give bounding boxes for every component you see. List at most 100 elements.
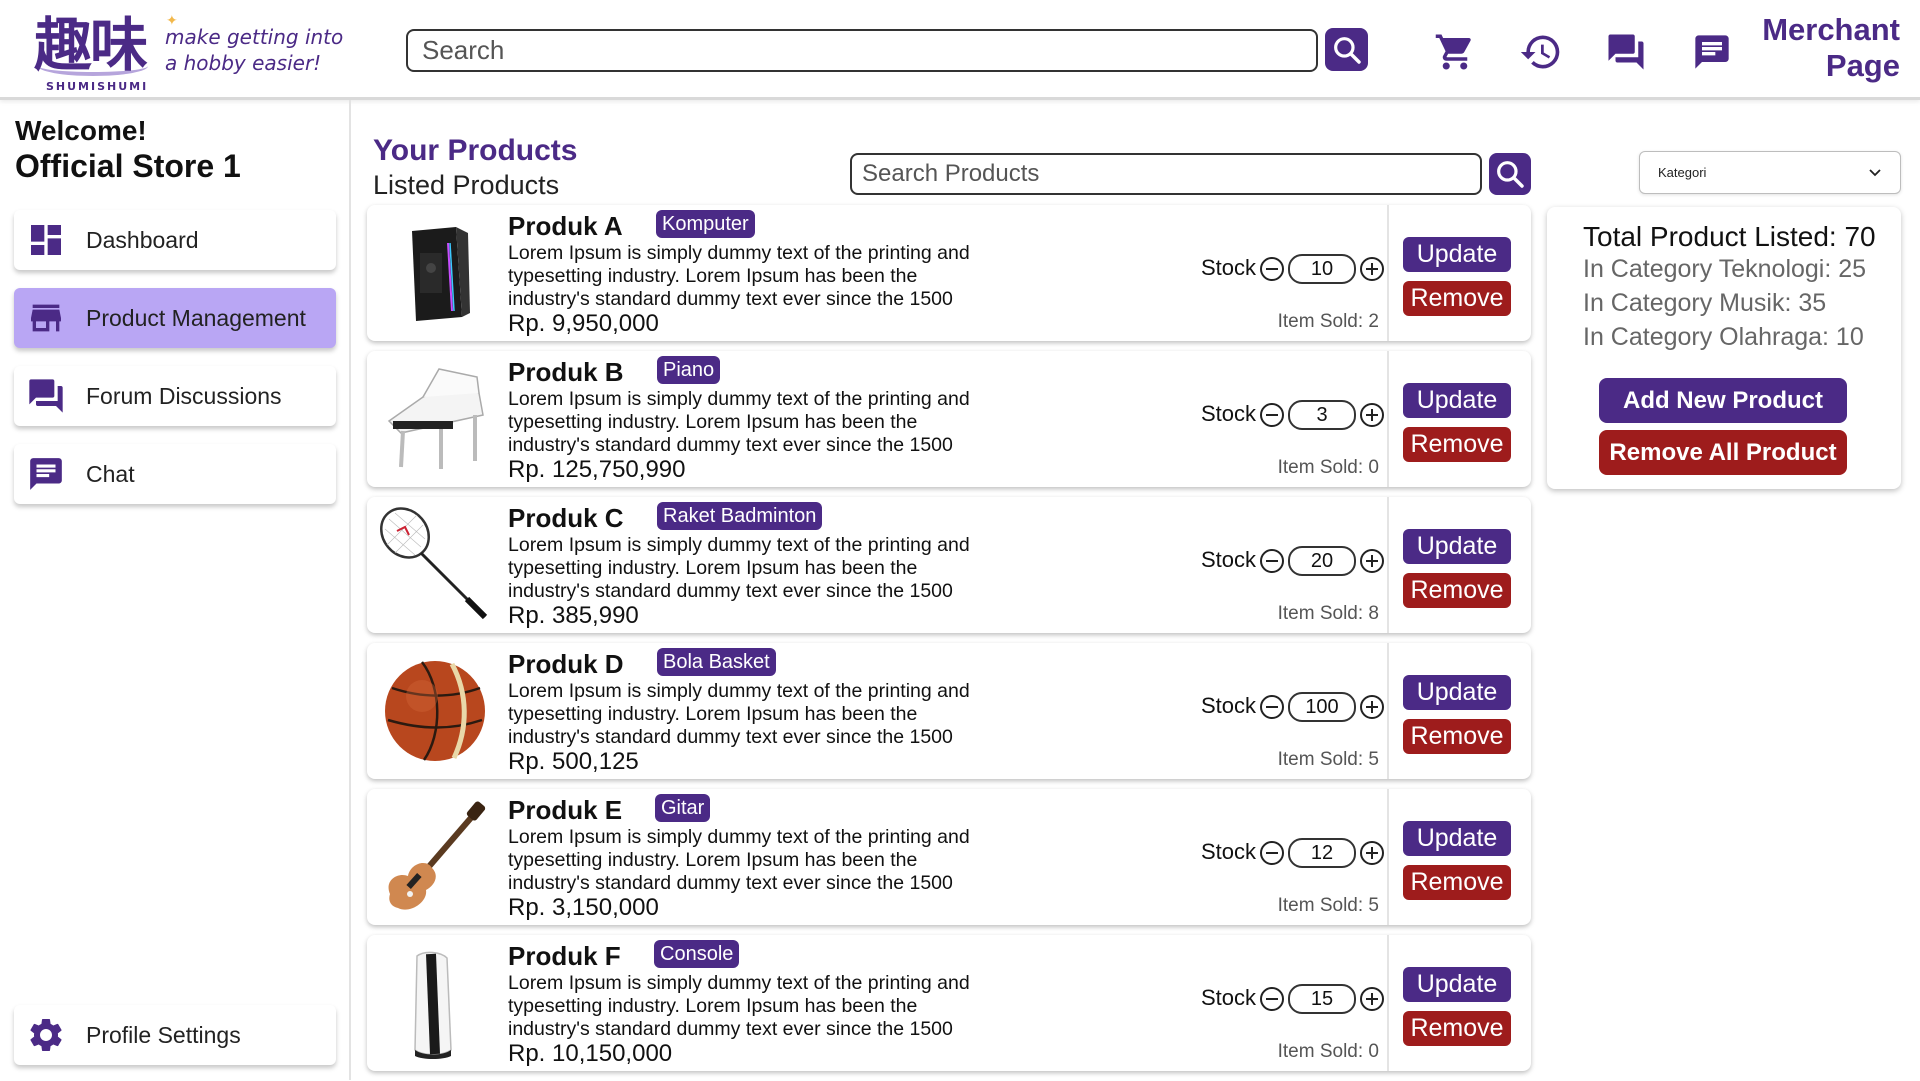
- product-search-input[interactable]: [850, 153, 1482, 195]
- plus-circle-icon: [1360, 403, 1384, 427]
- gear-icon: [26, 1015, 66, 1055]
- shumishumi-logo[interactable]: 趣味 SHUMISHUMI ✦: [34, 10, 178, 94]
- stock-label: Stock: [1201, 255, 1257, 280]
- merchant-page-link[interactable]: Merchant Page: [1762, 12, 1900, 84]
- card-divider: [1387, 205, 1389, 341]
- remove-button[interactable]: Remove: [1403, 865, 1511, 900]
- item-sold: Item Sold: 5: [1277, 895, 1379, 916]
- logo-wordmark: SHUMISHUMI: [46, 80, 149, 93]
- product-list: Produk A Komputer Lorem Ipsum is simply …: [367, 205, 1531, 1081]
- stock-input[interactable]: [1288, 254, 1356, 284]
- page-subtitle: Listed Products: [373, 170, 560, 200]
- stock-input[interactable]: [1288, 546, 1356, 576]
- stock-label: Stock: [1201, 547, 1257, 572]
- sidebar-item-label: Dashboard: [86, 226, 199, 253]
- sidebar-item-product-management[interactable]: Product Management: [14, 288, 336, 348]
- item-sold: Item Sold: 2: [1277, 311, 1379, 332]
- badminton-racket-image: [375, 503, 495, 627]
- forum-button[interactable]: [1604, 30, 1648, 74]
- product-search-button[interactable]: [1489, 153, 1531, 195]
- update-button[interactable]: Update: [1403, 237, 1511, 272]
- plus-circle-icon: [1360, 987, 1384, 1011]
- sidebar-item-dashboard[interactable]: Dashboard: [14, 210, 336, 270]
- sidebar-item-label: Profile Settings: [86, 1021, 241, 1048]
- remove-button[interactable]: Remove: [1403, 427, 1511, 462]
- stock-decrement-button[interactable]: [1259, 548, 1285, 574]
- category-badge: Raket Badminton: [657, 502, 823, 530]
- pc-tower-image: [375, 211, 495, 335]
- history-icon: [1520, 35, 1560, 69]
- stock-increment-button[interactable]: [1359, 694, 1385, 720]
- stock-decrement-button[interactable]: [1259, 256, 1285, 282]
- product-price: Rp. 9,950,000: [508, 310, 659, 337]
- product-card: Produk F Console Lorem Ipsum is simply d…: [367, 935, 1531, 1071]
- tagline-line-1: make getting into: [165, 25, 344, 49]
- forum-icon: [1608, 34, 1644, 70]
- piano-image: [375, 357, 495, 481]
- stock-decrement-button[interactable]: [1259, 694, 1285, 720]
- product-price: Rp. 500,125: [508, 748, 639, 775]
- plus-circle-icon: [1360, 257, 1384, 281]
- stock-increment-button[interactable]: [1359, 986, 1385, 1012]
- remove-button[interactable]: Remove: [1403, 281, 1511, 316]
- update-button[interactable]: Update: [1403, 967, 1511, 1002]
- stock-increment-button[interactable]: [1359, 840, 1385, 866]
- remove-button[interactable]: Remove: [1403, 573, 1511, 608]
- update-button[interactable]: Update: [1403, 821, 1511, 856]
- product-price: Rp. 125,750,990: [508, 456, 686, 483]
- sidebar-item-profile-settings[interactable]: Profile Settings: [14, 1005, 336, 1065]
- stock-input[interactable]: [1288, 838, 1356, 868]
- category-dropdown[interactable]: Kategori: [1639, 151, 1901, 194]
- remove-all-product-button[interactable]: Remove All Product: [1599, 430, 1847, 475]
- guitar-image: [375, 795, 495, 919]
- card-divider: [1387, 351, 1389, 487]
- basketball-image: [375, 649, 495, 773]
- stock-increment-button[interactable]: [1359, 256, 1385, 282]
- product-price: Rp. 385,990: [508, 602, 639, 629]
- category-badge: Komputer: [656, 210, 755, 238]
- chat-button[interactable]: [1690, 30, 1734, 74]
- stock-input[interactable]: [1288, 984, 1356, 1014]
- minus-circle-icon: [1260, 403, 1284, 427]
- stock-increment-button[interactable]: [1359, 402, 1385, 428]
- remove-button[interactable]: Remove: [1403, 1011, 1511, 1046]
- sidebar-item-forum-discussions[interactable]: Forum Discussions: [14, 366, 336, 426]
- stock-decrement-button[interactable]: [1259, 840, 1285, 866]
- page-title: Your Products: [373, 134, 578, 167]
- tagline-line-2: a hobby easier!: [165, 51, 322, 75]
- category-dropdown-label: Kategori: [1658, 165, 1707, 180]
- card-divider: [1387, 643, 1389, 779]
- update-button[interactable]: Update: [1403, 675, 1511, 710]
- category-badge: Gitar: [655, 794, 711, 822]
- merchant-line-1: Merchant: [1762, 12, 1900, 47]
- global-search-input[interactable]: [406, 29, 1318, 72]
- store-name: Official Store 1: [15, 148, 241, 184]
- product-price: Rp. 10,150,000: [508, 1040, 673, 1067]
- stock-increment-button[interactable]: [1359, 548, 1385, 574]
- cart-button[interactable]: [1433, 30, 1477, 74]
- history-button[interactable]: [1519, 30, 1563, 74]
- stock-input[interactable]: [1288, 400, 1356, 430]
- sidebar-item-chat[interactable]: Chat: [14, 444, 336, 504]
- update-button[interactable]: Update: [1403, 529, 1511, 564]
- card-divider: [1387, 789, 1389, 925]
- product-card: Produk E Gitar Lorem Ipsum is simply dum…: [367, 789, 1531, 925]
- product-name: Produk C: [508, 503, 624, 533]
- stock-decrement-button[interactable]: [1259, 402, 1285, 428]
- update-button[interactable]: Update: [1403, 383, 1511, 418]
- add-new-product-button[interactable]: Add New Product: [1599, 378, 1847, 423]
- plus-circle-icon: [1360, 549, 1384, 573]
- item-sold: Item Sold: 8: [1277, 603, 1379, 624]
- stock-decrement-button[interactable]: [1259, 986, 1285, 1012]
- global-search-button[interactable]: [1325, 28, 1368, 71]
- product-description: Lorem Ipsum is simply dummy text of the …: [508, 680, 970, 748]
- remove-button[interactable]: Remove: [1403, 719, 1511, 754]
- product-description: Lorem Ipsum is simply dummy text of the …: [508, 972, 970, 1040]
- stock-input[interactable]: [1288, 692, 1356, 722]
- cart-icon: [1435, 34, 1471, 70]
- product-name: Produk F: [508, 941, 621, 971]
- category-badge: Console: [654, 940, 740, 968]
- chevron-down-icon: [1869, 168, 1881, 176]
- product-price: Rp. 3,150,000: [508, 894, 659, 921]
- plus-circle-icon: [1360, 841, 1384, 865]
